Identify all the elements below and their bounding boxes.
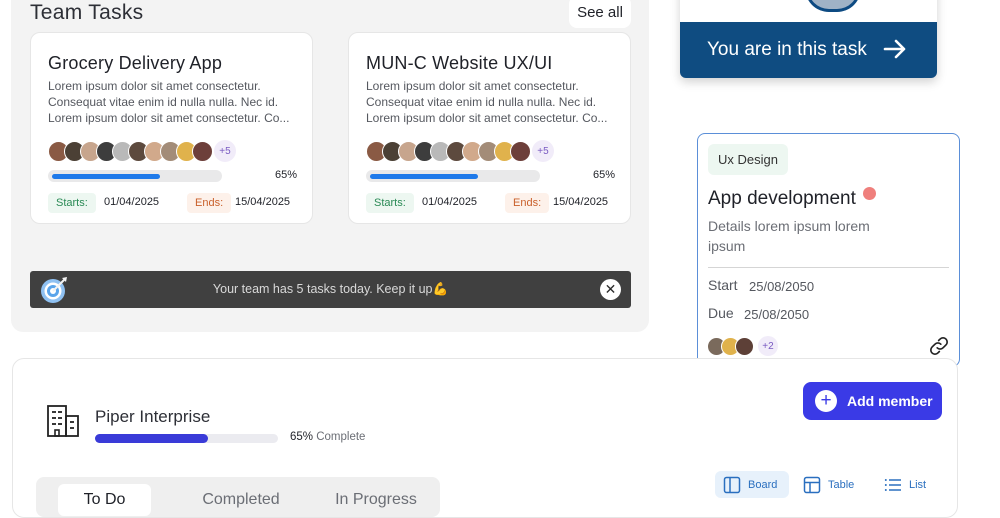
start-date: 01/04/2025 [422,196,478,208]
progress-fill [52,174,160,179]
progress-percentage: 65% [290,431,314,443]
plus-icon: + [815,390,837,412]
tab-completed[interactable]: Completed [186,484,296,516]
current-task-card: You are in this task [680,0,937,78]
avatar [192,140,213,162]
you-are-in-task-label: You are in this task [707,39,867,60]
ends-badge: Ends: [505,193,550,213]
member-avatars[interactable]: +5 [48,140,236,162]
motivation-banner: Your team has 5 tasks today. Keep it up💪… [30,271,631,308]
board-icon [723,476,741,493]
view-table-button[interactable]: Table [799,471,863,498]
project-name: Piper Interprise [95,407,211,426]
tab-in-progress[interactable]: In Progress [321,484,431,516]
task-card-description: Lorem ipsum dolor sit amet consectetur. … [366,78,618,126]
link-icon[interactable] [928,335,950,357]
starts-badge: Starts: [48,193,96,213]
due-label: Due [708,305,734,321]
view-table-label: Table [828,478,855,491]
extra-members-badge[interactable]: +5 [532,140,554,162]
task-card-title: MUN-C Website UX/UI [366,53,553,73]
progress-bar [366,170,540,182]
building-icon [47,405,79,437]
divider [708,267,949,268]
task-details: Details lorem ipsum lorem ipsum [708,218,870,254]
description-line: Lorem ipsum dolor sit amet consectetur. … [48,111,290,125]
priority-dot [863,187,876,200]
add-member-label: Add member [847,393,933,409]
end-date: 15/04/2025 [553,196,609,208]
arrow-right-icon [883,39,906,59]
app-development-card[interactable]: Ux Design App development Details lorem … [697,133,960,367]
progress-percentage: 65% [275,169,298,181]
add-member-button[interactable]: + Add member [803,382,942,420]
project-progress-label: 65% Complete [290,431,365,443]
avatar [805,0,861,12]
task-card[interactable]: Grocery Delivery App Lorem ipsum dolor s… [30,32,313,224]
start-label: Start [708,277,738,293]
description-line: Lorem ipsum dolor sit amet consectetur. … [366,111,608,125]
avatar [510,140,531,162]
tab-to-do[interactable]: To Do [58,484,151,516]
see-all-button[interactable]: See all [569,0,631,28]
end-date: 15/04/2025 [235,196,291,208]
close-icon[interactable]: ✕ [600,279,621,300]
view-list-button[interactable]: List [880,471,940,498]
task-status-tabs: To Do Completed In Progress [36,477,440,517]
progress-bar [48,170,222,182]
start-date: 01/04/2025 [104,196,160,208]
extra-members-badge[interactable]: +5 [214,140,236,162]
task-card-description: Lorem ipsum dolor sit amet consectetur. … [48,78,300,126]
project-progress-bar [95,434,278,443]
starts-badge: Starts: [366,193,414,213]
task-card[interactable]: MUN-C Website UX/UI Lorem ipsum dolor si… [348,32,631,224]
progress-word: Complete [316,431,366,443]
list-icon [884,478,901,491]
banner-text: Your team has 5 tasks today. Keep it up💪 [212,282,449,296]
task-title: App development [708,188,856,209]
view-board-label: Board [748,478,778,491]
description-line: Consequat vitae enim id nulla nulla. Nec… [48,95,279,109]
task-card-title: Grocery Delivery App [48,53,223,73]
ends-badge: Ends: [187,193,232,213]
member-avatars[interactable]: +2 [707,336,778,356]
view-list-label: List [909,478,927,491]
start-date: 25/08/2050 [749,279,815,294]
project-progress-fill [95,434,209,443]
due-date: 25/08/2050 [744,307,810,322]
extra-members-badge[interactable]: +2 [758,336,778,356]
avatar [735,336,754,356]
team-tasks-title: Team Tasks [30,1,144,24]
progress-percentage: 65% [593,169,616,181]
view-board-button[interactable]: Board [715,471,789,498]
table-icon [803,476,821,493]
project-panel: Piper Interprise 65% Complete + Add memb… [12,358,958,518]
description-line: Lorem ipsum dolor sit amet consectetur. [48,79,261,93]
category-tag: Ux Design [708,144,788,175]
description-line: Consequat vitae enim id nulla nulla. Nec… [366,95,597,109]
progress-fill [370,174,478,179]
member-avatars[interactable]: +5 [366,140,554,162]
description-line: Lorem ipsum dolor sit amet consectetur. [366,79,579,93]
